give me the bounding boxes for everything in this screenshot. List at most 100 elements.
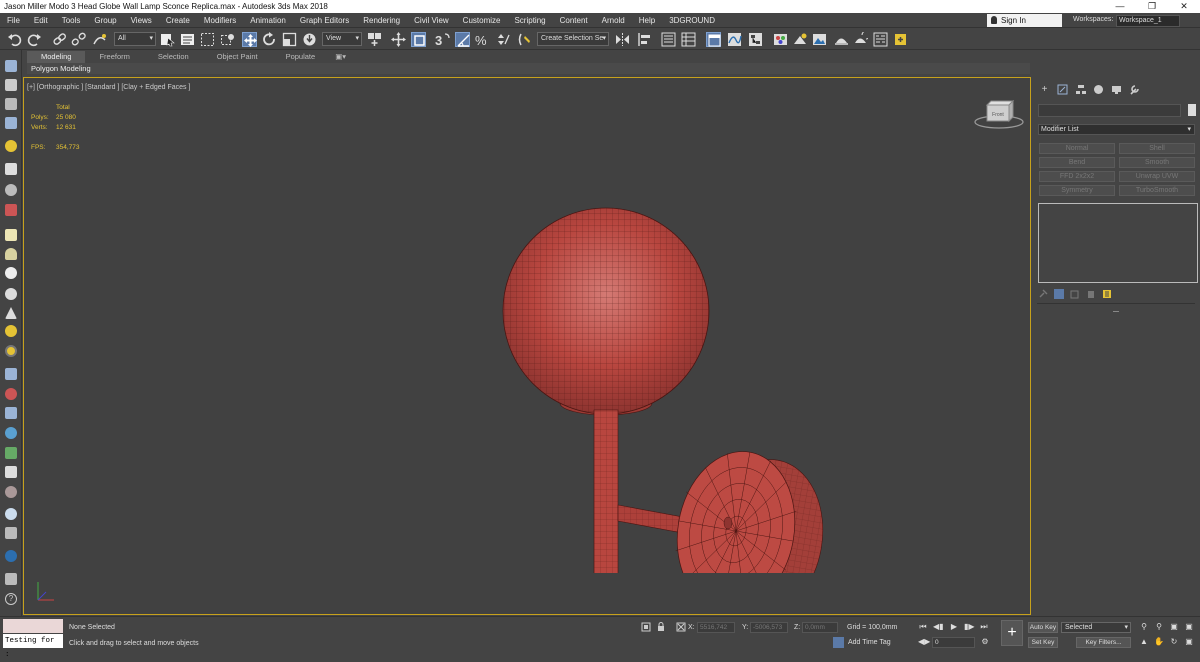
rendered-frame-icon[interactable] bbox=[812, 32, 827, 47]
play-icon[interactable]: ▶ bbox=[949, 622, 959, 632]
show-end-result-icon[interactable] bbox=[1054, 289, 1064, 299]
modifier-button-smooth[interactable]: Smooth bbox=[1119, 157, 1195, 168]
tree-icon[interactable] bbox=[5, 447, 17, 459]
rect-selection-icon[interactable] bbox=[200, 32, 215, 47]
orbit-icon[interactable]: ↻ bbox=[1169, 637, 1179, 647]
globe-icon[interactable] bbox=[5, 427, 17, 439]
nav-icon[interactable] bbox=[5, 407, 17, 419]
maximize-viewport-icon[interactable]: ▣ bbox=[1184, 637, 1194, 647]
set-key-button[interactable]: Set Key bbox=[1028, 637, 1058, 648]
display-list-icon[interactable] bbox=[5, 79, 17, 91]
maxscript-listener-output[interactable] bbox=[3, 619, 63, 633]
layer-explorer-icon[interactable] bbox=[681, 32, 696, 47]
modifier-button-normal[interactable]: Normal bbox=[1039, 143, 1115, 154]
link-icon[interactable] bbox=[52, 32, 67, 47]
render-setup-icon[interactable] bbox=[793, 32, 808, 47]
selection-set-dropdown[interactable]: Selected bbox=[1061, 622, 1131, 633]
tab-selection[interactable]: Selection bbox=[144, 51, 203, 63]
bind-spacewarp-icon[interactable] bbox=[92, 32, 107, 47]
sun-light-icon[interactable] bbox=[5, 325, 17, 337]
go-to-start-icon[interactable]: ⏮ bbox=[918, 622, 928, 632]
percent-snap-icon[interactable]: % bbox=[475, 32, 490, 48]
hemisphere-icon[interactable] bbox=[5, 248, 17, 260]
next-frame-icon[interactable]: ▮▶ bbox=[964, 622, 975, 632]
a360-gallery-icon[interactable] bbox=[893, 32, 908, 47]
menu-graph-editors[interactable]: Graph Editors bbox=[293, 13, 356, 28]
tab-object-paint[interactable]: Object Paint bbox=[203, 51, 272, 63]
go-to-end-icon[interactable]: ⏭ bbox=[979, 622, 989, 632]
named-selection-dropdown[interactable]: Create Selection Se bbox=[537, 32, 609, 46]
workspace-dropdown[interactable]: Workspace_1 bbox=[1116, 15, 1180, 27]
torus-icon[interactable] bbox=[5, 288, 17, 300]
modifier-list-dropdown[interactable]: Modifier List bbox=[1038, 124, 1195, 135]
maximize-button[interactable]: ❐ bbox=[1136, 0, 1168, 13]
modifier-button-ffd[interactable]: FFD 2x2x2 bbox=[1039, 171, 1115, 182]
current-frame-field[interactable]: 0 bbox=[932, 637, 975, 648]
motion-tab-icon[interactable] bbox=[1092, 83, 1105, 96]
tab-freeform[interactable]: Freeform bbox=[85, 51, 143, 63]
material-sphere-icon[interactable] bbox=[5, 508, 17, 520]
close-button[interactable]: ✕ bbox=[1168, 0, 1200, 13]
menu-file[interactable]: File bbox=[0, 13, 27, 28]
auto-key-button[interactable]: Auto Key bbox=[1028, 622, 1058, 633]
render-sphere-icon[interactable] bbox=[5, 550, 17, 562]
select-scale-icon[interactable] bbox=[282, 32, 297, 47]
rotate-tool-icon[interactable] bbox=[5, 184, 17, 196]
menu-civil-view[interactable]: Civil View bbox=[407, 13, 456, 28]
modifier-button-turbosmooth[interactable]: TurboSmooth bbox=[1119, 185, 1195, 196]
angle-snap-icon[interactable] bbox=[455, 32, 470, 47]
toggle-ribbon-icon[interactable] bbox=[706, 32, 721, 47]
object-color-swatch[interactable] bbox=[1188, 104, 1196, 116]
select-rotate-icon[interactable] bbox=[262, 32, 277, 47]
undo-icon[interactable] bbox=[7, 32, 22, 47]
menu-rendering[interactable]: Rendering bbox=[356, 13, 407, 28]
render-production-icon[interactable] bbox=[834, 32, 849, 47]
menu-create[interactable]: Create bbox=[159, 13, 197, 28]
menu-tools[interactable]: Tools bbox=[55, 13, 88, 28]
previous-frame-icon[interactable]: ◀▮ bbox=[933, 622, 944, 632]
modifier-button-shell[interactable]: Shell bbox=[1119, 143, 1195, 154]
tab-populate[interactable]: Populate bbox=[272, 51, 330, 63]
field-of-view-icon[interactable]: ▲ bbox=[1139, 637, 1149, 647]
menu-scripting[interactable]: Scripting bbox=[507, 13, 552, 28]
particle-system-icon[interactable] bbox=[5, 368, 17, 380]
minimize-button[interactable]: — bbox=[1104, 0, 1136, 13]
schematic-small-icon[interactable] bbox=[5, 527, 17, 539]
absolute-mode-icon[interactable] bbox=[676, 622, 686, 632]
menu-views[interactable]: Views bbox=[124, 13, 159, 28]
polygon-modeling-panel-label[interactable]: Polygon Modeling bbox=[27, 64, 91, 73]
zoom-all-icon[interactable]: ⚲ bbox=[1154, 622, 1164, 632]
light-bulb-icon[interactable] bbox=[5, 140, 17, 152]
character-icon[interactable] bbox=[5, 204, 17, 216]
unlink-icon[interactable] bbox=[71, 32, 86, 47]
hierarchy-list-icon[interactable] bbox=[5, 98, 17, 110]
key-filters-button[interactable]: Key Filters... bbox=[1076, 637, 1131, 648]
ribbon-options-icon[interactable]: ▣▾ bbox=[329, 51, 352, 63]
menu-arnold[interactable]: Arnold bbox=[595, 13, 632, 28]
remove-modifier-icon[interactable] bbox=[1086, 289, 1096, 299]
menu-edit[interactable]: Edit bbox=[27, 13, 55, 28]
schematic-view-icon[interactable] bbox=[748, 32, 763, 47]
make-unique-icon[interactable] bbox=[1070, 289, 1080, 299]
zoom-icon[interactable]: ⚲ bbox=[1139, 622, 1149, 632]
sphere-icon[interactable] bbox=[5, 267, 17, 279]
create-tab-icon[interactable]: + bbox=[1038, 83, 1051, 96]
utilities-tab-icon[interactable] bbox=[1128, 83, 1141, 96]
viewport-orthographic[interactable]: [+] [Orthographic ] [Standard ] [Clay + … bbox=[23, 77, 1031, 615]
window-crossing-icon[interactable] bbox=[220, 32, 235, 47]
paint-icon[interactable] bbox=[5, 388, 17, 400]
select-manipulate-icon[interactable] bbox=[391, 32, 406, 47]
pivot-center-icon[interactable] bbox=[367, 32, 382, 47]
gear-texture-icon[interactable] bbox=[5, 486, 17, 498]
key-mode-toggle-icon[interactable]: ◀▶ bbox=[918, 637, 930, 647]
modify-tab-icon[interactable] bbox=[1056, 83, 1069, 96]
redo-icon[interactable] bbox=[27, 32, 42, 47]
viewcube[interactable]: Front bbox=[974, 100, 1024, 132]
hierarchy-tab-icon[interactable] bbox=[1074, 83, 1087, 96]
time-tag-icon[interactable] bbox=[833, 637, 844, 648]
menu-customize[interactable]: Customize bbox=[456, 13, 508, 28]
pin-stack-icon[interactable] bbox=[1038, 289, 1048, 299]
shader-icon[interactable] bbox=[5, 573, 17, 585]
maxscript-listener-input[interactable]: Testing for : bbox=[3, 634, 63, 659]
time-config-icon[interactable]: ⚙ bbox=[980, 637, 990, 647]
